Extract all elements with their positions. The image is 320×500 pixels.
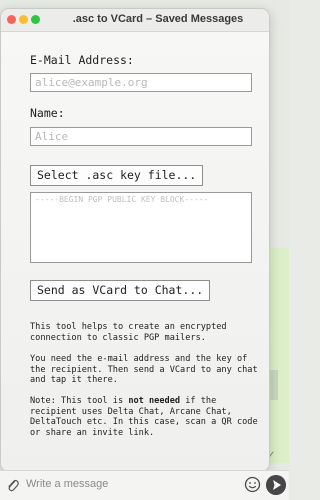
paperclip-icon[interactable]	[6, 477, 20, 494]
select-key-file-button[interactable]: Select .asc key file...	[30, 165, 204, 186]
name-field[interactable]	[30, 127, 252, 146]
close-window-button[interactable]	[7, 15, 16, 24]
form-content: E-Mail Address: Name: Select .asc key fi…	[1, 32, 269, 471]
help-paragraph-3: Note: This tool is not needed if the rec…	[30, 396, 258, 438]
message-attachment-edge	[270, 370, 278, 400]
message-composer: Write a message	[0, 470, 289, 500]
send-icon[interactable]	[266, 475, 286, 495]
window-title: .asc to VCard – Saved Messages	[72, 13, 244, 25]
help-paragraph-1: This tool helps to create an encrypted c…	[30, 322, 227, 343]
name-label: Name:	[30, 106, 65, 120]
app-window: .asc to VCard – Saved Messages E-Mail Ad…	[0, 8, 270, 472]
email-label: E-Mail Address:	[30, 53, 134, 67]
zoom-window-button[interactable]	[31, 15, 40, 24]
not-needed-emphasis: not needed	[128, 396, 181, 406]
message-input[interactable]: Write a message	[26, 478, 108, 490]
title-bar[interactable]: .asc to VCard – Saved Messages	[1, 9, 269, 32]
help-paragraph-2: You need the e-mail address and the key …	[30, 354, 258, 386]
send-vcard-button[interactable]: Send as VCard to Chat...	[30, 280, 211, 301]
email-field[interactable]	[30, 73, 252, 92]
minimize-window-button[interactable]	[19, 15, 28, 24]
emoji-icon[interactable]	[244, 476, 261, 493]
pgp-key-textarea[interactable]	[30, 192, 252, 263]
